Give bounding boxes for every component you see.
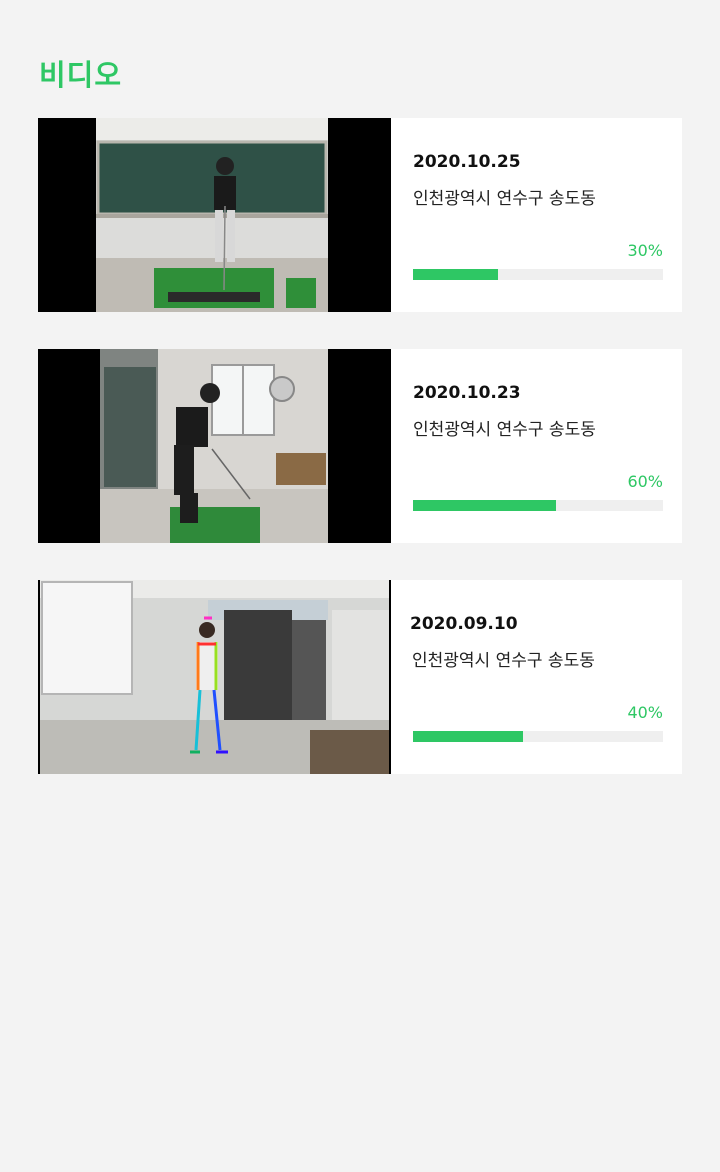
video-card[interactable]: 2020.09.10 인천광역시 연수구 송도동 40%: [38, 580, 682, 774]
video-thumbnail[interactable]: [38, 580, 391, 774]
video-thumbnail[interactable]: [38, 118, 391, 312]
video-thumbnail[interactable]: [38, 349, 391, 543]
pose-estimation-thumbnail-image: [40, 580, 389, 774]
progress-bar: [413, 500, 663, 511]
progress-bar: [413, 269, 663, 280]
video-card[interactable]: 2020.10.23 인천광역시 연수구 송도동 60%: [38, 349, 682, 543]
video-location: 인천광역시 연수구 송도동: [413, 189, 596, 209]
progress-bar-fill: [413, 500, 556, 511]
video-date: 2020.10.25: [413, 152, 521, 172]
progress-percent: 40%: [627, 703, 663, 722]
video-card[interactable]: 2020.10.25 인천광역시 연수구 송도동 30%: [38, 118, 682, 312]
page-title: 비디오: [39, 58, 123, 92]
video-date: 2020.09.10: [410, 614, 518, 634]
video-date: 2020.10.23: [413, 383, 521, 403]
video-location: 인천광역시 연수구 송도동: [412, 651, 595, 671]
progress-bar: [413, 731, 663, 742]
golf-swing-thumbnail-image: [100, 349, 328, 543]
video-location: 인천광역시 연수구 송도동: [413, 420, 596, 440]
progress-bar-fill: [413, 269, 498, 280]
progress-percent: 30%: [627, 241, 663, 260]
progress-percent: 60%: [627, 472, 663, 491]
progress-bar-fill: [413, 731, 523, 742]
golf-swing-thumbnail-image: [96, 118, 328, 312]
